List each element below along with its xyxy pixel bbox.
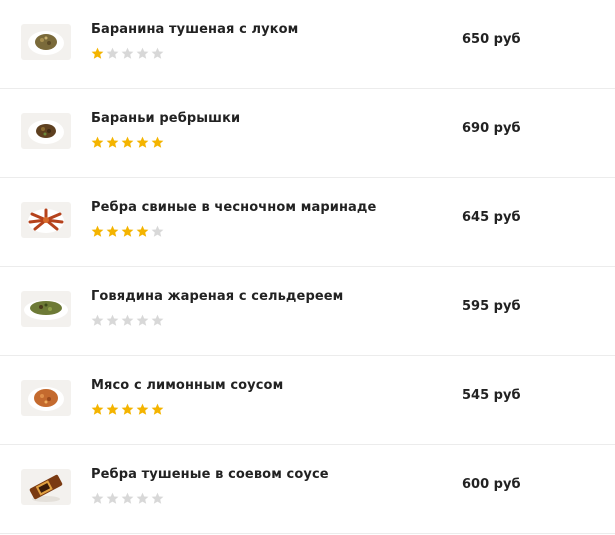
star-empty-icon bbox=[91, 492, 104, 504]
star-empty-icon bbox=[136, 47, 149, 59]
menu-item[interactable]: Ребра свиные в чесночном маринаде 645 ру… bbox=[0, 178, 615, 267]
star-filled-icon bbox=[136, 225, 149, 237]
dish-soy-ribs-icon bbox=[21, 469, 71, 505]
menu-item[interactable]: Бараньи ребрышки 690 руб bbox=[0, 89, 615, 178]
star-empty-icon bbox=[151, 314, 164, 326]
menu-item[interactable]: Баранина тушеная с луком 650 руб bbox=[0, 0, 615, 89]
star-rating bbox=[91, 136, 164, 150]
star-rating bbox=[91, 403, 164, 417]
dish-price: 645 руб bbox=[462, 210, 521, 225]
star-empty-icon bbox=[136, 314, 149, 326]
star-filled-icon bbox=[106, 136, 119, 148]
star-filled-icon bbox=[121, 225, 134, 237]
dish-price: 595 руб bbox=[462, 299, 521, 314]
dish-price: 650 руб bbox=[462, 32, 521, 47]
star-empty-icon bbox=[151, 47, 164, 59]
star-filled-icon bbox=[91, 136, 104, 148]
dish-price: 545 руб bbox=[462, 388, 521, 403]
star-rating bbox=[91, 47, 164, 61]
star-filled-icon bbox=[91, 47, 104, 59]
star-filled-icon bbox=[121, 136, 134, 148]
star-filled-icon bbox=[91, 403, 104, 415]
dish-name[interactable]: Ребра свиные в чесночном маринаде bbox=[91, 200, 376, 215]
star-empty-icon bbox=[151, 492, 164, 504]
star-filled-icon bbox=[91, 225, 104, 237]
star-filled-icon bbox=[136, 136, 149, 148]
dish-name[interactable]: Ребра тушеные в соевом соусе bbox=[91, 467, 329, 482]
star-filled-icon bbox=[151, 403, 164, 415]
dish-lamb-ribs-icon bbox=[21, 113, 71, 149]
dish-name[interactable]: Мясо с лимонным соусом bbox=[91, 378, 283, 393]
star-empty-icon bbox=[91, 314, 104, 326]
dish-price: 690 руб bbox=[462, 121, 521, 136]
menu-item[interactable]: Мясо с лимонным соусом 545 руб bbox=[0, 356, 615, 445]
star-empty-icon bbox=[106, 492, 119, 504]
dish-lamb-onion-icon bbox=[21, 24, 71, 60]
star-filled-icon bbox=[136, 403, 149, 415]
dish-name[interactable]: Бараньи ребрышки bbox=[91, 111, 240, 126]
star-rating bbox=[91, 225, 164, 239]
dish-beef-celery-icon bbox=[21, 291, 71, 327]
star-empty-icon bbox=[136, 492, 149, 504]
star-empty-icon bbox=[121, 492, 134, 504]
dish-price: 600 руб bbox=[462, 477, 521, 492]
menu-list: Баранина тушеная с луком 650 руб Бараньи… bbox=[0, 0, 615, 535]
star-empty-icon bbox=[106, 314, 119, 326]
dish-name[interactable]: Говядина жареная с сельдереем bbox=[91, 289, 343, 304]
star-filled-icon bbox=[151, 136, 164, 148]
star-filled-icon bbox=[106, 225, 119, 237]
menu-item[interactable]: Ребра тушеные в соевом соусе 600 руб bbox=[0, 445, 615, 534]
dish-name[interactable]: Баранина тушеная с луком bbox=[91, 22, 298, 37]
star-filled-icon bbox=[121, 403, 134, 415]
star-rating bbox=[91, 314, 164, 328]
menu-item[interactable]: Говядина жареная с сельдереем 595 руб bbox=[0, 267, 615, 356]
star-filled-icon bbox=[106, 403, 119, 415]
dish-pork-ribs-icon bbox=[21, 202, 71, 238]
star-empty-icon bbox=[151, 225, 164, 237]
star-empty-icon bbox=[121, 47, 134, 59]
star-empty-icon bbox=[121, 314, 134, 326]
dish-lemon-meat-icon bbox=[21, 380, 71, 416]
star-empty-icon bbox=[106, 47, 119, 59]
star-rating bbox=[91, 492, 164, 506]
